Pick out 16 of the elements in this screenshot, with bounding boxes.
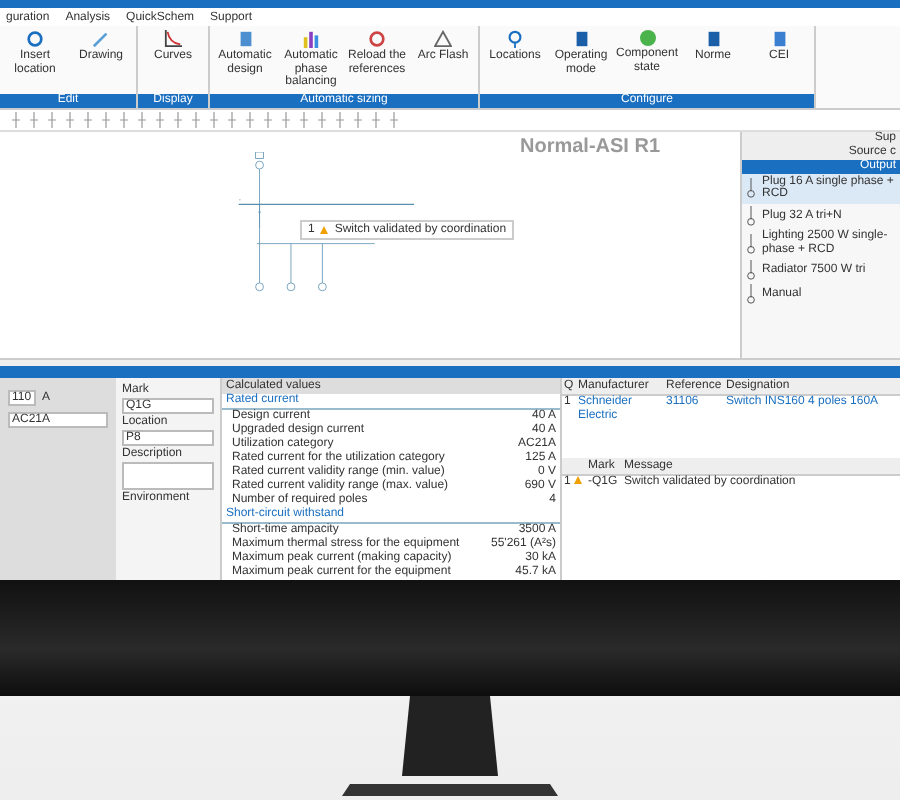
gear-icon xyxy=(26,30,44,48)
warning-icon xyxy=(434,30,452,48)
location-pin-icon xyxy=(506,30,524,48)
outlet-symbol-icon xyxy=(746,205,756,226)
diagram-title: Normal-ASI R1 xyxy=(519,135,660,158)
outlet-symbol-icon xyxy=(746,284,756,305)
pen-icon xyxy=(92,30,110,48)
input-field[interactable] xyxy=(122,462,214,490)
outlet-symbol-icon xyxy=(746,260,756,281)
reload-icon xyxy=(368,30,386,48)
bar-chart-icon xyxy=(302,30,320,48)
outlet-symbol-icon xyxy=(746,178,756,199)
curve-chart-icon xyxy=(164,30,182,48)
check-icon xyxy=(639,30,655,46)
outlet-symbol-icon xyxy=(746,233,756,254)
warning-icon xyxy=(320,225,329,234)
